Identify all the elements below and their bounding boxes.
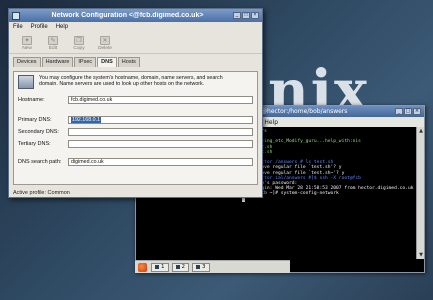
window-icon — [196, 265, 200, 269]
minimize-icon[interactable]: _ — [395, 108, 403, 115]
workspace-button[interactable]: 3 — [192, 262, 210, 272]
menu-help[interactable]: Help — [56, 24, 68, 30]
menu-profile[interactable]: Profile — [31, 24, 48, 30]
primary-dns-label: Primary DNS: — [18, 117, 52, 123]
primary-dns-field[interactable]: 192.168.0.1 — [68, 116, 253, 124]
secondary-dns-field[interactable] — [68, 128, 253, 136]
workspace-label: 3 — [202, 264, 206, 270]
window-titlebar[interactable]: Network Configuration <@fcb.digimed.co.u… — [9, 9, 262, 22]
new-icon: ✦ — [22, 36, 32, 45]
app-icon — [12, 11, 20, 20]
network-computer-icon — [18, 75, 34, 89]
copy-icon: ❐ — [74, 36, 84, 45]
primary-dns-value: 192.168.0.1 — [71, 117, 101, 123]
workspace-button[interactable]: 2 — [171, 262, 189, 272]
maximize-icon[interactable]: □ — [242, 12, 250, 19]
status-bar: Active profile: Common — [13, 190, 70, 196]
window-icon — [175, 265, 180, 269]
toolbar: ✦ New ✎ Edit ❐ Copy ✕ Delete — [9, 32, 262, 54]
workspace-button[interactable]: 1 — [151, 262, 169, 272]
menu-file[interactable]: File — [13, 24, 23, 30]
tool-label: New — [22, 46, 32, 51]
window-icon — [155, 265, 159, 269]
hostname-field[interactable]: fcb.digimed.co.uk — [68, 96, 253, 104]
scroll-up-icon[interactable]: ▲ — [418, 128, 424, 134]
close-icon[interactable]: × — [413, 108, 421, 115]
delete-button[interactable]: ✕ Delete — [93, 36, 117, 51]
taskbar: 1 2 3 — [135, 260, 290, 273]
menu-help[interactable]: Help — [264, 119, 278, 126]
close-icon[interactable]: × — [251, 12, 259, 19]
tertiary-dns-label: Tertiary DNS: — [18, 141, 51, 147]
network-config-window[interactable]: Network Configuration <@fcb.digimed.co.u… — [8, 8, 263, 198]
tertiary-dns-field[interactable] — [68, 140, 253, 148]
new-button[interactable]: ✦ New — [15, 36, 39, 51]
start-menu-icon[interactable] — [138, 262, 147, 272]
tool-label: Edit — [48, 46, 58, 51]
tab-ipsec[interactable]: IPsec — [74, 57, 97, 67]
secondary-dns-label: Secondary DNS: — [18, 129, 59, 135]
tab-bar: Devices Hardware IPsec DNS Hosts — [9, 54, 262, 67]
copy-button[interactable]: ❐ Copy — [67, 36, 91, 51]
delete-icon: ✕ — [100, 36, 110, 45]
tab-hardware[interactable]: Hardware — [41, 57, 74, 67]
maximize-icon[interactable]: □ — [404, 108, 412, 115]
workspace-label: 1 — [161, 264, 165, 270]
workspace-label: 2 — [181, 264, 186, 270]
tab-dns[interactable]: DNS — [97, 57, 117, 67]
dns-description: You may configure the system's hostname,… — [39, 75, 223, 87]
tool-label: Delete — [98, 46, 112, 51]
search-path-label: DNS search path: — [18, 159, 62, 165]
menubar: File Profile Help — [9, 22, 262, 32]
edit-button[interactable]: ✎ Edit — [41, 36, 65, 51]
terminal-scrollbar[interactable]: ▲ ▼ — [416, 127, 424, 259]
edit-icon: ✎ — [48, 36, 58, 45]
tool-label: Copy — [73, 46, 85, 51]
minimize-icon[interactable]: _ — [233, 12, 241, 19]
tab-devices[interactable]: Devices — [13, 57, 41, 67]
hostname-label: Hostname: — [18, 97, 45, 103]
scroll-down-icon[interactable]: ▼ — [418, 252, 424, 258]
search-path-field[interactable]: digimed.co.uk — [68, 158, 253, 166]
window-title: Network Configuration <@fcb.digimed.co.u… — [51, 12, 204, 19]
dns-panel: You may configure the system's hostname,… — [13, 71, 258, 185]
tab-hosts[interactable]: Hosts — [117, 57, 140, 67]
